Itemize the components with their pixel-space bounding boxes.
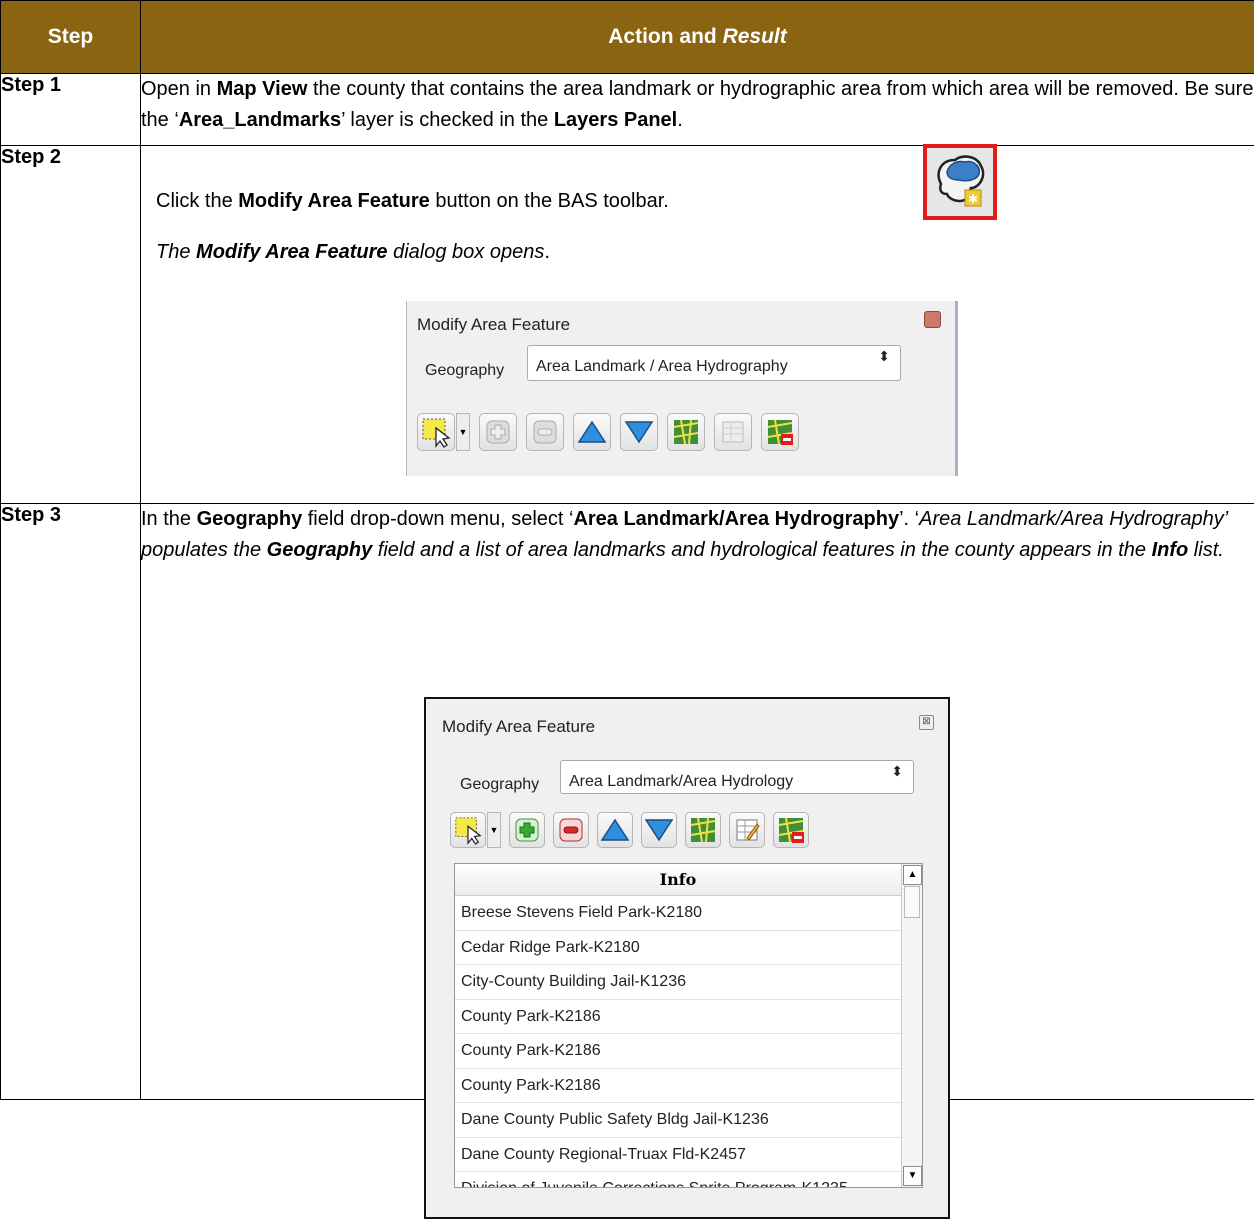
dialog1-geography-label: Geography xyxy=(425,362,505,379)
step-body-1: Open in Map View the county that contain… xyxy=(140,73,1254,146)
list-item[interactable]: Division of Juvenile Corrections Sprite … xyxy=(455,1172,901,1187)
minus-icon xyxy=(533,420,557,444)
move-up-button[interactable] xyxy=(597,812,633,848)
plus-icon xyxy=(486,420,510,444)
plus-icon xyxy=(515,818,539,842)
select-tool-dropdown-icon[interactable]: ▼ xyxy=(456,413,470,451)
select-rectangle-icon xyxy=(422,418,451,448)
modify-area-feature-dialog-2: Modify Area Feature ⊠ Geography Area Lan… xyxy=(424,697,950,1219)
map-icon xyxy=(673,419,699,445)
map-feature-button[interactable] xyxy=(685,812,721,848)
step1-text: Open in Map View the county that contain… xyxy=(141,78,1254,131)
delete-feature-button[interactable] xyxy=(761,413,799,451)
dialog2-select-arrow-icon: ⬍ xyxy=(891,763,903,779)
map-delete-icon xyxy=(778,817,804,843)
dialog1-close-icon[interactable] xyxy=(924,311,941,328)
edit-attributes-button[interactable] xyxy=(729,812,765,848)
minus-icon xyxy=(559,818,583,842)
map-delete-icon xyxy=(767,419,793,445)
triangle-down-icon xyxy=(644,819,674,842)
scroll-down-icon[interactable]: ▼ xyxy=(903,1166,922,1186)
step-body-2: Click the Modify Area Feature button on … xyxy=(140,144,1254,504)
delete-feature-button[interactable] xyxy=(773,812,809,848)
dialog2-close-icon[interactable]: ⊠ xyxy=(919,715,934,730)
remove-part-button-disabled[interactable] xyxy=(526,413,564,451)
step-label-3: Step 3 xyxy=(0,503,141,1100)
table-header-row: Step Action and Result xyxy=(0,0,1254,74)
move-up-button[interactable] xyxy=(573,413,611,451)
add-part-button[interactable] xyxy=(509,812,545,848)
select-tool-button[interactable] xyxy=(417,413,455,451)
dialog1-title: Modify Area Feature xyxy=(417,315,571,334)
step2-result: The Modify Area Feature dialog box opens… xyxy=(156,241,550,263)
step-label-1: Step 1 xyxy=(0,73,141,146)
header-step: Step xyxy=(0,0,141,74)
list-item[interactable]: County Park-K2186 xyxy=(455,1000,901,1034)
step-label-2: Step 2 xyxy=(0,145,141,504)
header-action: Action and Result xyxy=(140,0,1254,74)
step2-instruction: Click the Modify Area Feature button on … xyxy=(156,190,669,212)
step3-text: In the Geography field drop-down menu, s… xyxy=(141,508,1228,561)
step-row-1: Step 1 Open in Map View the county that … xyxy=(0,73,1254,146)
list-item[interactable]: City-County Building Jail-K1236 xyxy=(455,965,901,1000)
dialog2-toolbar: ▼ xyxy=(450,812,809,848)
list-item[interactable]: County Park-K2186 xyxy=(455,1034,901,1069)
list-item[interactable]: Cedar Ridge Park-K2180 xyxy=(455,931,901,965)
list-item[interactable]: County Park-K2186 xyxy=(455,1069,901,1103)
dialog1-select-arrow-icon: ⬍ xyxy=(878,348,890,364)
triangle-down-icon xyxy=(624,421,654,444)
list-item[interactable]: Breese Stevens Field Park-K2180 xyxy=(455,896,901,931)
select-tool-dropdown-icon[interactable]: ▼ xyxy=(487,812,501,848)
modify-area-feature-button[interactable]: ✱ xyxy=(923,144,997,220)
table-edit-icon xyxy=(736,819,760,841)
triangle-up-icon xyxy=(600,818,630,841)
info-list-scrollbar[interactable]: ▲ ▼ xyxy=(901,864,922,1187)
triangle-up-icon xyxy=(577,420,607,443)
add-part-button-disabled[interactable] xyxy=(479,413,517,451)
select-tool-button[interactable] xyxy=(450,812,486,848)
map-feature-button[interactable] xyxy=(667,413,705,451)
scroll-up-icon[interactable]: ▲ xyxy=(903,865,922,885)
move-down-button[interactable] xyxy=(641,812,677,848)
table-edit-icon xyxy=(722,421,744,443)
step-row-3: Step 3 In the Geography field drop-down … xyxy=(0,503,1254,1219)
list-item[interactable]: Dane County Public Safety Bldg Jail-K123… xyxy=(455,1103,901,1138)
info-list[interactable]: Info Breese Stevens Field Park-K2180 Ced… xyxy=(454,863,923,1188)
step-body-3: In the Geography field drop-down menu, s… xyxy=(140,503,1254,1219)
edit-attributes-button-disabled[interactable] xyxy=(714,413,752,451)
select-rectangle-icon xyxy=(455,817,482,845)
scroll-thumb[interactable] xyxy=(904,886,920,918)
dialog1-toolbar: ▼ xyxy=(417,413,799,451)
procedure-table: Step Action and Result Step 1 Open in Ma… xyxy=(0,0,1254,1219)
map-icon xyxy=(690,817,716,843)
step-row-2: Step 2 Click the Modify Area Feature but… xyxy=(0,144,1254,504)
move-down-button[interactable] xyxy=(620,413,658,451)
modify-area-feature-dialog-1: Modify Area Feature Geography Area Landm… xyxy=(406,301,958,476)
list-item[interactable]: Dane County Regional-Truax Fld-K2457 xyxy=(455,1138,901,1172)
info-list-header: Info xyxy=(455,864,901,896)
svg-text:✱: ✱ xyxy=(968,192,978,206)
dialog2-geography-select[interactable]: Area Landmark/Area Hydrology ⬍ xyxy=(560,760,914,794)
dialog1-geography-select[interactable]: Area Landmark / Area Hydrography ⬍ xyxy=(527,345,901,381)
dialog2-geography-label: Geography xyxy=(460,776,540,793)
dialog2-title: Modify Area Feature xyxy=(442,717,596,736)
remove-part-button[interactable] xyxy=(553,812,589,848)
modify-area-feature-icon: ✱ xyxy=(937,155,985,207)
